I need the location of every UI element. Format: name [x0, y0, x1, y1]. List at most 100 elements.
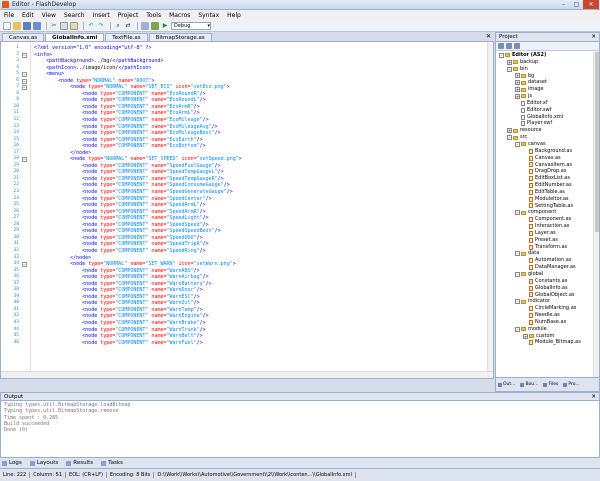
menu-item-macros[interactable]: Macros [169, 12, 190, 19]
fold-toggle-icon[interactable]: − [22, 72, 27, 78]
panel-tab[interactable]: Pro... [561, 382, 581, 387]
fold-toggle-icon[interactable]: − [22, 78, 27, 84]
build-config-select[interactable]: Debug ▾ [171, 21, 211, 30]
replace-icon[interactable]: ⇄ [124, 22, 132, 30]
tree-item[interactable]: GlobalInfo.xml [496, 114, 595, 121]
refresh-icon[interactable] [498, 43, 504, 49]
maximize-icon[interactable]: □ [570, 0, 583, 9]
project-properties-icon[interactable] [514, 43, 520, 49]
tree-item[interactable]: - src [496, 134, 595, 141]
menu-item-tools[interactable]: Tools [146, 12, 161, 19]
tree-item[interactable]: ModuleItor.as [496, 196, 595, 203]
collapse-icon[interactable]: - [515, 326, 520, 332]
expand-icon[interactable]: + [507, 128, 512, 134]
tree-item[interactable]: DragDrop.as [496, 168, 595, 175]
menu-item-syntax[interactable]: Syntax [198, 12, 219, 19]
panel-close-icon[interactable]: ✕ [591, 393, 596, 401]
menu-item-search[interactable]: Search [64, 12, 85, 19]
undo-icon[interactable]: ↶ [87, 22, 95, 30]
tree-item[interactable]: CanvasItem.as [496, 162, 595, 169]
tree-item[interactable]: - module [496, 326, 595, 333]
fold-toggle-icon[interactable]: − [22, 52, 27, 58]
tree-item[interactable]: + resource [496, 127, 595, 134]
tree-item[interactable]: - data [496, 250, 595, 257]
expand-icon[interactable]: + [523, 333, 528, 339]
tree-item[interactable]: Automation.as [496, 257, 595, 264]
tree-item[interactable]: SettingTable.as [496, 203, 595, 210]
tree-item[interactable]: Interaction.as [496, 223, 595, 230]
save-icon[interactable] [23, 21, 31, 30]
collapse-icon[interactable]: - [515, 141, 520, 147]
collapse-icon[interactable]: - [515, 271, 520, 277]
panel-tab[interactable]: Bou... [518, 382, 540, 387]
collapse-icon[interactable]: - [515, 251, 520, 257]
redo-icon[interactable]: ↷ [97, 22, 105, 30]
tree-item[interactable]: - Editor (AS2) [496, 52, 595, 59]
collapse-icon[interactable]: - [507, 135, 512, 141]
tab-globalinfo-xml[interactable]: GlobalInfo.xml [45, 33, 105, 41]
tab-bitmapstorage-as[interactable]: BitmapStorage.as [148, 33, 212, 41]
tree-item[interactable]: Player.swf [496, 120, 595, 127]
menu-item-view[interactable]: View [42, 12, 56, 19]
tree-item[interactable]: + image [496, 86, 595, 93]
tree-item[interactable]: GlobalInfo.as [496, 285, 595, 292]
fold-toggle-icon[interactable]: − [22, 262, 27, 268]
fold-toggle-icon[interactable]: − [22, 85, 27, 91]
menu-item-insert[interactable]: Insert [93, 12, 110, 19]
tree-item[interactable]: - bin [496, 66, 595, 73]
tree-item[interactable]: + backup [496, 59, 595, 66]
new-file-icon[interactable] [3, 21, 11, 30]
panel-tab[interactable]: Out... [496, 382, 517, 387]
menu-item-project[interactable]: Project [118, 12, 139, 19]
tab-canvas-as[interactable]: Canvas.as [2, 33, 45, 41]
expand-icon[interactable]: + [515, 80, 520, 86]
tree-item[interactable]: Editor.swf [496, 107, 595, 114]
editor-horizontal-scrollbar[interactable] [1, 371, 493, 378]
tree-item[interactable]: Layer.as [496, 230, 595, 237]
expand-icon[interactable]: + [507, 59, 512, 65]
show-hidden-icon[interactable] [506, 43, 512, 49]
collapse-icon[interactable]: - [515, 210, 520, 216]
tree-item[interactable]: Needle.as [496, 312, 595, 319]
tab-layouts[interactable]: Layouts [29, 460, 58, 466]
paste-icon[interactable] [70, 21, 78, 30]
find-icon[interactable]: ⌕ [114, 22, 122, 30]
tree-item[interactable]: + custom [496, 333, 595, 340]
tree-item[interactable]: Editor.xf [496, 100, 595, 107]
expand-icon[interactable]: + [515, 87, 520, 93]
project-icon[interactable] [141, 21, 149, 30]
close-tab-icon[interactable]: ✕ [486, 33, 491, 40]
scroll-thumb[interactable] [595, 52, 599, 232]
collapse-icon[interactable]: - [515, 299, 520, 305]
tree-item[interactable]: - indicator [496, 298, 595, 305]
tree-item[interactable]: Canvas.as [496, 155, 595, 162]
tree-item[interactable]: Preset.as [496, 237, 595, 244]
menu-item-edit[interactable]: Edit [22, 12, 34, 19]
tree-item[interactable]: Constants.as [496, 278, 595, 285]
collapse-icon[interactable]: - [499, 52, 504, 58]
tab-results[interactable]: Results [66, 460, 93, 466]
run-icon[interactable]: ▶ [161, 22, 169, 30]
menu-item-file[interactable]: File [4, 12, 14, 19]
tree-item[interactable]: CircleMarking.as [496, 305, 595, 312]
panel-close-icon[interactable]: ✕ [591, 33, 596, 42]
tree-item[interactable]: + bg [496, 73, 595, 80]
tree-item[interactable]: Transform.as [496, 244, 595, 251]
cut-icon[interactable]: ✂ [50, 22, 58, 30]
tab-textfile-as[interactable]: TextFile.as [105, 33, 148, 41]
save-all-icon[interactable] [33, 21, 41, 30]
tree-item[interactable]: - global [496, 271, 595, 278]
fold-toggle-icon[interactable]: − [22, 157, 27, 163]
panel-tab[interactable]: Files [541, 382, 560, 387]
copy-icon[interactable] [60, 21, 68, 30]
tree-item[interactable]: EditTable.as [496, 189, 595, 196]
expand-icon[interactable]: + [515, 73, 520, 79]
minimize-icon[interactable]: – [557, 0, 570, 9]
tree-item[interactable]: - component [496, 209, 595, 216]
project-vertical-scrollbar[interactable] [593, 52, 599, 377]
tree-item[interactable]: + js [496, 93, 595, 100]
code-editor[interactable]: 1 <?xml version="1.0" encoding="utf-8" ?>… [0, 41, 494, 379]
tree-item[interactable]: Component.as [496, 216, 595, 223]
tab-logs[interactable]: Logs [2, 460, 22, 466]
editor-vertical-scrollbar[interactable] [487, 42, 493, 378]
